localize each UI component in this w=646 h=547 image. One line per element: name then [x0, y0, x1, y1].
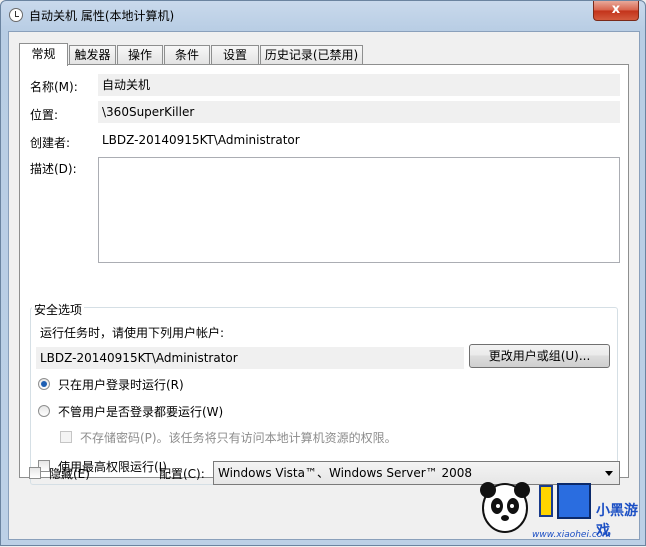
- tab-conditions[interactable]: 条件: [164, 45, 210, 64]
- user-account-value: LBDZ-20140915KT\Administrator: [36, 347, 464, 369]
- dialog-client-area: 常规 触发器 操作 条件 设置 历史记录(已禁用) 名称(M): 自动关机 位置…: [8, 31, 640, 540]
- security-options-title: 安全选项: [32, 301, 85, 318]
- location-label: 位置:: [30, 108, 59, 122]
- run-whether-logged-radio[interactable]: [38, 405, 50, 417]
- hidden-label[interactable]: 隐藏(E): [49, 465, 90, 482]
- no-store-password-label: 不存储密码(P)。该任务将只有访问本地计算机资源的权限。: [80, 431, 397, 445]
- title-bar[interactable]: 自动关机 属性(本地计算机) x: [1, 1, 645, 31]
- hidden-checkbox[interactable]: [29, 467, 41, 479]
- configure-label: 配置(C):: [159, 467, 205, 481]
- configure-selected-value: Windows Vista™、Windows Server™ 2008: [218, 466, 473, 480]
- general-tab-panel: 名称(M): 自动关机 位置: \360SuperKiller 创建者: LBD…: [19, 64, 629, 485]
- description-textarea[interactable]: [98, 157, 620, 263]
- name-label: 名称(M):: [30, 80, 78, 94]
- tab-settings[interactable]: 设置: [211, 45, 259, 64]
- properties-window: 自动关机 属性(本地计算机) x 常规 触发器 操作 条件 设置 历史记录(已禁…: [0, 0, 646, 546]
- run-logged-on-label[interactable]: 只在用户登录时运行(R): [58, 376, 184, 393]
- description-label: 描述(D):: [30, 162, 77, 176]
- location-value: \360SuperKiller: [98, 101, 620, 123]
- watermark-url: www.xiaohei.com: [532, 530, 612, 540]
- run-as-label: 运行任务时，请使用下列用户帐户:: [40, 326, 225, 340]
- close-button[interactable]: x: [593, 1, 639, 21]
- tab-history[interactable]: 历史记录(已禁用): [260, 45, 363, 64]
- clock-icon: [9, 8, 23, 22]
- dropdown-arrow-icon: [605, 471, 613, 476]
- no-store-password-checkbox[interactable]: [60, 431, 72, 443]
- tab-actions[interactable]: 操作: [117, 45, 163, 64]
- window-title: 自动关机 属性(本地计算机): [29, 9, 175, 23]
- name-field[interactable]: 自动关机: [98, 74, 620, 96]
- author-value: LBDZ-20140915KT\Administrator: [98, 129, 620, 151]
- change-user-button[interactable]: 更改用户或组(U)...: [469, 344, 610, 368]
- run-whether-logged-label[interactable]: 不管用户是否登录都要运行(W): [58, 403, 223, 420]
- watermark-logo: 小黑游戏 www.xiaohei.com: [440, 478, 640, 544]
- run-logged-on-radio[interactable]: [38, 378, 50, 390]
- author-label: 创建者:: [30, 136, 71, 150]
- tab-triggers[interactable]: 触发器: [69, 45, 116, 64]
- tab-general[interactable]: 常规: [19, 43, 68, 66]
